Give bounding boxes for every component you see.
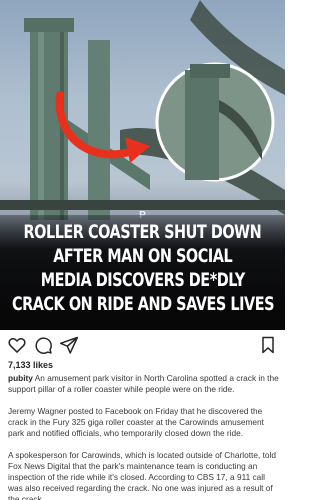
- comment-icon[interactable]: [33, 335, 53, 355]
- caption-paragraph: A spokesperson for Carowinds, which is l…: [8, 450, 276, 500]
- paper-plane-icon[interactable]: [59, 335, 79, 355]
- headline-overlay: ROLLER COASTER SHUT DOWN AFTER MAN ON SO…: [0, 215, 285, 330]
- post-actions-bar: [0, 333, 285, 357]
- heart-icon[interactable]: [7, 335, 27, 355]
- caption-username[interactable]: pubity: [8, 373, 33, 383]
- like-count[interactable]: 7,133 likes: [8, 360, 53, 370]
- headline-line: CRACK ON RIDE AND SAVES LIVES: [11, 294, 274, 315]
- caption-text: An amusement park visitor in North Carol…: [8, 373, 279, 394]
- headline-line: AFTER MAN ON SOCIAL: [53, 246, 232, 267]
- caption-paragraph: Jeremy Wagner posted to Facebook on Frid…: [8, 406, 264, 438]
- post-caption: pubity An amusement park visitor in Nort…: [8, 373, 280, 500]
- bookmark-icon[interactable]: [258, 335, 278, 355]
- post-image[interactable]: P ROLLER COASTER SHUT DOWN AFTER MAN ON …: [0, 0, 285, 330]
- caption-paragraph: pubity An amusement park visitor in Nort…: [8, 373, 280, 395]
- headline-line: ROLLER COASTER SHUT DOWN: [23, 222, 262, 243]
- headline-line: MEDIA DISCOVERS DE*DLY: [40, 270, 245, 291]
